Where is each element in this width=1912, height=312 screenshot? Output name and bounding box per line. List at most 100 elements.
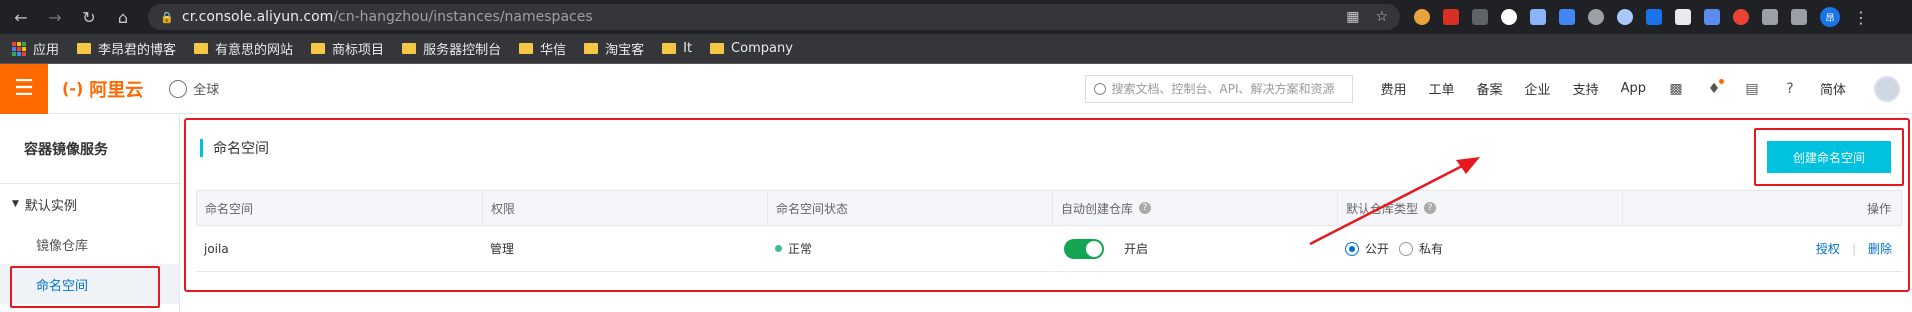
extension-icon[interactable] bbox=[1414, 9, 1430, 25]
folder-icon bbox=[311, 43, 326, 54]
help-icon[interactable]: ? bbox=[1782, 81, 1798, 97]
home-icon[interactable]: ⌂ bbox=[110, 4, 136, 30]
cell-namespace: joila bbox=[204, 241, 229, 256]
extension-icon[interactable] bbox=[1704, 9, 1720, 25]
namespace-table: 命名空间 权限 命名空间状态 自动创建仓库? 默认仓库类型? 操作 joila … bbox=[196, 190, 1902, 272]
delete-link[interactable]: 删除 bbox=[1868, 240, 1892, 257]
header-link-fees[interactable]: 费用 bbox=[1381, 79, 1407, 98]
sidebar-item-highlight bbox=[10, 266, 160, 308]
bookmark-label: 李昂君的博客 bbox=[98, 43, 177, 58]
terminal-icon[interactable]: ▩ bbox=[1668, 81, 1684, 97]
reload-icon[interactable]: ↻ bbox=[76, 4, 102, 30]
hamburger-menu-icon[interactable]: ☰ bbox=[0, 63, 48, 114]
section-title-bar bbox=[200, 139, 203, 157]
extension-icon[interactable] bbox=[1472, 9, 1488, 25]
globe-icon bbox=[169, 79, 188, 98]
logo-mark-icon: (-) bbox=[62, 79, 84, 98]
header-links: 费用 工单 备案 企业 支持 App ▩ ♦ ▤ ? 简体 bbox=[1381, 75, 1900, 102]
bookmark-apps[interactable]: 应用 bbox=[12, 39, 59, 58]
apps-grid-icon bbox=[12, 41, 26, 56]
toggle-label: 开启 bbox=[1124, 242, 1149, 256]
extension-icon[interactable] bbox=[1588, 9, 1604, 25]
search-input[interactable]: 搜索文档、控制台、API、解决方案和资源 bbox=[1084, 74, 1353, 103]
console-header: ☰ (-) 阿里云 全球 搜索文档、控制台、API、解决方案和资源 费用 工单 … bbox=[0, 63, 1912, 114]
section-title-text: 命名空间 bbox=[213, 141, 269, 157]
region-label: 全球 bbox=[193, 83, 220, 98]
bookmark-folder[interactable]: 华信 bbox=[519, 39, 566, 58]
column-header-repo-type: 默认仓库类型? bbox=[1338, 191, 1623, 225]
bookmark-folder[interactable]: Company bbox=[710, 41, 793, 56]
help-icon[interactable]: ? bbox=[1139, 202, 1152, 214]
cart-icon[interactable]: ▤ bbox=[1744, 81, 1760, 97]
column-header-status: 命名空间状态 bbox=[768, 191, 1053, 225]
extension-icon[interactable] bbox=[1646, 9, 1662, 25]
user-avatar[interactable] bbox=[1874, 75, 1900, 102]
bookmark-folder[interactable]: It bbox=[662, 41, 692, 56]
notification-dot bbox=[1718, 78, 1724, 84]
header-link-support[interactable]: 支持 bbox=[1573, 79, 1599, 98]
sidebar-group-label: 默认实例 bbox=[24, 198, 77, 214]
help-icon[interactable]: ? bbox=[1424, 202, 1437, 214]
extensions-bar: 昂 ⋮ bbox=[1414, 7, 1869, 27]
extension-icon[interactable] bbox=[1559, 9, 1575, 25]
extension-icon[interactable] bbox=[1617, 9, 1633, 25]
cell-repo-type: 公开 私有 bbox=[1337, 240, 1622, 257]
sidebar-group-default-instance[interactable]: ▼ 默认实例 bbox=[0, 184, 179, 224]
language-switch[interactable]: 简体 bbox=[1820, 79, 1846, 98]
region-selector[interactable]: 全球 bbox=[169, 79, 219, 98]
search-placeholder: 搜索文档、控制台、API、解决方案和资源 bbox=[1111, 82, 1335, 96]
puzzle-icon[interactable] bbox=[1762, 9, 1778, 25]
sidebar-title: 容器镜像服务 bbox=[0, 114, 179, 184]
extension-icon[interactable] bbox=[1530, 9, 1546, 25]
folder-icon bbox=[77, 43, 92, 54]
cell-permission: 管理 bbox=[490, 242, 515, 256]
extension-icon[interactable] bbox=[1675, 9, 1691, 25]
section-title: 命名空间 bbox=[200, 138, 269, 158]
radio-public[interactable] bbox=[1345, 241, 1359, 256]
bookmark-label: 商标项目 bbox=[332, 43, 385, 58]
bookmark-folder[interactable]: 有意思的网站 bbox=[194, 39, 293, 58]
bookmark-label: 有意思的网站 bbox=[215, 43, 294, 58]
bookmark-folder[interactable]: 服务器控制台 bbox=[402, 39, 501, 58]
radio-private[interactable] bbox=[1399, 241, 1414, 256]
extension-icon[interactable] bbox=[1443, 9, 1459, 25]
address-bar[interactable]: 🔒 cr.console.aliyun.com/cn-hangzhou/inst… bbox=[148, 4, 1400, 30]
header-link-tickets[interactable]: 工单 bbox=[1429, 79, 1455, 98]
radio-public-label: 公开 bbox=[1365, 242, 1390, 256]
main-panel: 命名空间 创建命名空间 命名空间 权限 命名空间状态 自动创建仓库? 默认仓库类… bbox=[180, 114, 1912, 312]
bookmark-folder[interactable]: 淘宝客 bbox=[584, 39, 644, 58]
folder-icon bbox=[584, 43, 599, 54]
forward-icon[interactable]: → bbox=[42, 4, 68, 30]
folder-icon bbox=[194, 43, 209, 54]
back-icon[interactable]: ← bbox=[8, 4, 34, 30]
more-menu-icon[interactable]: ⋮ bbox=[1853, 8, 1869, 27]
table-header: 命名空间 权限 命名空间状态 自动创建仓库? 默认仓库类型? 操作 bbox=[196, 190, 1902, 226]
sidebar-item-repositories[interactable]: 镜像仓库 bbox=[0, 224, 179, 264]
bookmarks-bar: 应用 李昂君的博客 有意思的网站 商标项目 服务器控制台 华信 淘宝客 It C… bbox=[0, 34, 1912, 64]
authorize-link[interactable]: 授权 bbox=[1816, 240, 1840, 257]
aliyun-logo[interactable]: (-) 阿里云 bbox=[62, 76, 143, 102]
console-body: 容器镜像服务 ▼ 默认实例 镜像仓库 命名空间 命名空间 创建命名空间 命名空间… bbox=[0, 114, 1912, 312]
header-link-icp[interactable]: 备案 bbox=[1477, 79, 1503, 98]
bookmark-star-icon[interactable]: ☆ bbox=[1375, 9, 1388, 25]
column-header-actions: 操作 bbox=[1866, 201, 1891, 216]
bookmark-label: It bbox=[683, 41, 693, 56]
caret-down-icon: ▼ bbox=[12, 199, 19, 209]
cell-status: 正常 bbox=[767, 240, 1052, 257]
logo-text: 阿里云 bbox=[89, 79, 144, 101]
auto-create-toggle[interactable] bbox=[1064, 238, 1104, 259]
bookmark-folder[interactable]: 商标项目 bbox=[311, 39, 384, 58]
extension-icon[interactable] bbox=[1501, 9, 1517, 25]
cell-actions: 授权 | 删除 bbox=[1622, 240, 1902, 257]
cell-auto-create: 开启 bbox=[1052, 238, 1337, 259]
qr-code-icon[interactable]: ▦ bbox=[1346, 9, 1359, 25]
header-link-enterprise[interactable]: 企业 bbox=[1525, 79, 1551, 98]
extension-icon[interactable] bbox=[1733, 9, 1749, 25]
folder-icon bbox=[710, 43, 725, 54]
header-link-app[interactable]: App bbox=[1621, 81, 1646, 96]
create-namespace-button[interactable]: 创建命名空间 bbox=[1767, 141, 1891, 173]
profile-avatar[interactable]: 昂 bbox=[1820, 7, 1840, 27]
reading-list-icon[interactable] bbox=[1791, 9, 1807, 25]
bookmark-folder[interactable]: 李昂君的博客 bbox=[77, 39, 176, 58]
bell-icon[interactable]: ♦ bbox=[1706, 78, 1724, 97]
